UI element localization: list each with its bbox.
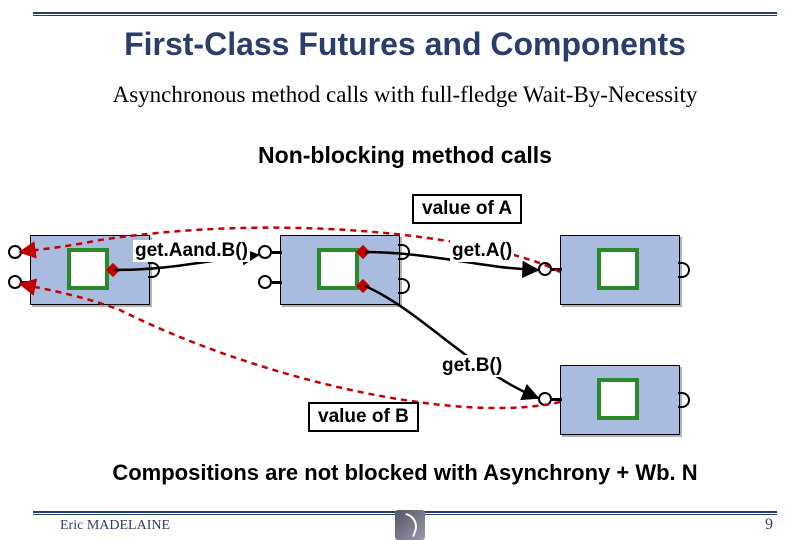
component-3-inner [597, 248, 639, 290]
component-4-inner [597, 378, 639, 420]
component-3-provided [538, 262, 552, 276]
component-3 [560, 235, 680, 305]
diagram-area: value of A get.Aand.B() get.A() get.B() … [0, 180, 810, 450]
component-2-provided-2 [258, 275, 272, 289]
component-1-required [148, 262, 160, 278]
component-4-required [678, 392, 690, 408]
slide-conclusion: Compositions are not blocked with Asynch… [0, 460, 810, 486]
component-3-required [678, 262, 690, 278]
label-get-b: get.B() [440, 355, 504, 377]
component-2-provided-1 [258, 245, 272, 259]
component-1-provided-2 [8, 275, 22, 289]
component-2 [280, 235, 400, 305]
slide-title: First-Class Futures and Components [0, 26, 810, 63]
label-value-of-b: value of B [308, 402, 419, 432]
label-get-aandb: get.Aand.B() [133, 240, 250, 262]
component-1 [30, 235, 150, 305]
component-2-required-1 [398, 244, 410, 260]
component-4-provided [538, 392, 552, 406]
top-divider [33, 12, 777, 16]
label-get-a: get.A() [450, 240, 514, 262]
slide-subheading: Non-blocking method calls [0, 142, 810, 169]
component-1-provided-1 [8, 245, 22, 259]
component-1-inner [67, 248, 109, 290]
component-2-required-2 [398, 278, 410, 294]
footer-logo-icon [395, 510, 425, 540]
label-value-of-a: value of A [412, 194, 522, 224]
component-2-inner [317, 248, 359, 290]
author-name: Eric MADELAINE [60, 518, 170, 534]
slide-subtitle: Asynchronous method calls with full-fled… [0, 82, 810, 108]
component-4 [560, 365, 680, 435]
page-number: 9 [765, 516, 773, 534]
